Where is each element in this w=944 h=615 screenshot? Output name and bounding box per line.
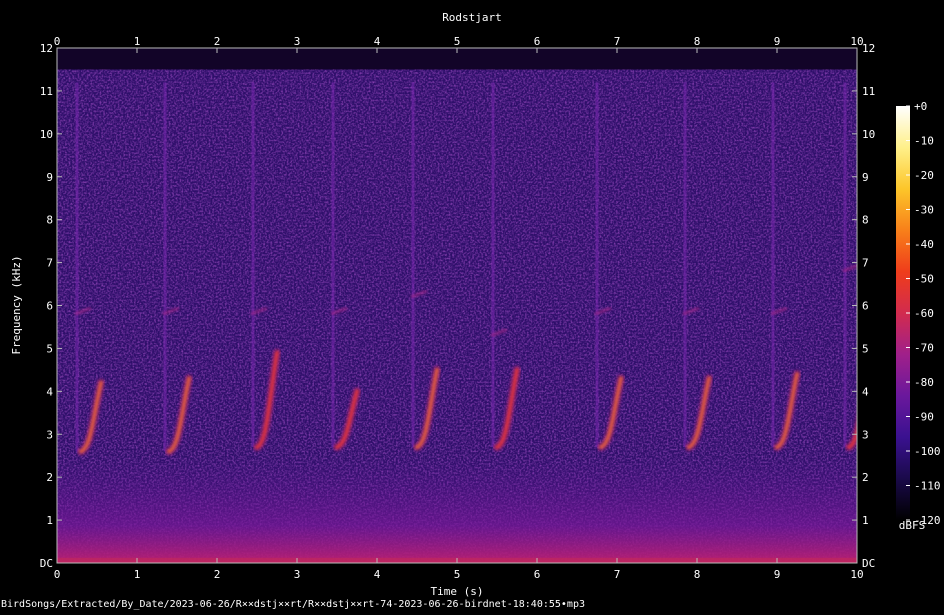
y-tick-label-left: 1: [46, 514, 53, 527]
low-frequency-energy: [57, 455, 857, 563]
colorbar-tick-label: -30: [914, 204, 934, 217]
y-tick-label-left: 9: [46, 171, 53, 184]
y-tick-label-left: 3: [46, 428, 53, 441]
x-tick-label-top: 0: [54, 35, 61, 48]
colorbar-tick-label: -80: [914, 376, 934, 389]
colorbar-tick-label: -60: [914, 307, 934, 320]
y-tick-label-left: 10: [40, 128, 53, 141]
x-tick-label-bottom: 1: [134, 568, 141, 581]
x-tick-label-bottom: 6: [534, 568, 541, 581]
y-axis-label: Frequency (kHz): [10, 255, 23, 354]
x-tick-label-top: 2: [214, 35, 221, 48]
y-tick-label-right: 6: [862, 300, 869, 313]
x-tick-label-top: 6: [534, 35, 541, 48]
y-tick-label-right: 9: [862, 171, 869, 184]
x-tick-label-bottom: 9: [774, 568, 781, 581]
colorbar-tick-label: -110: [914, 480, 941, 493]
x-tick-label-top: 4: [374, 35, 381, 48]
x-tick-label-bottom: 3: [294, 568, 301, 581]
x-axis-label: Time (s): [431, 585, 484, 598]
x-tick-label-top: 3: [294, 35, 301, 48]
chart-title: Rodstjart: [442, 11, 502, 24]
y-tick-label-right: 5: [862, 342, 869, 355]
y-tick-label-right: DC: [862, 557, 875, 570]
y-tick-label-left: 12: [40, 42, 53, 55]
spectrogram-plot-area: [57, 48, 857, 563]
x-tick-label-bottom: 8: [694, 568, 701, 581]
x-tick-label-bottom: 2: [214, 568, 221, 581]
spectrogram-figure: Rodstjart 0 1 2 3 4 5 6 7 8 9 10 0 1 2 3 4 5 6 7 8 9 10 DC 1 2…: [0, 0, 944, 611]
x-tick-label-bottom: 4: [374, 568, 381, 581]
colorbar-tick-label: -70: [914, 342, 934, 355]
colorbar-tick-label: -90: [914, 411, 934, 424]
y-tick-label-right: 4: [862, 385, 869, 398]
x-tick-label-top: 5: [454, 35, 461, 48]
colorbar-ticks: +0-10-20-30-40-50-60-70-80-90-100-110-12…: [906, 100, 941, 527]
x-tick-label-bottom: 0: [54, 568, 61, 581]
x-tick-label-top: 7: [614, 35, 621, 48]
file-path-footer: BirdSongs/Extracted/By_Date/2023-06-26/R…: [1, 599, 585, 610]
x-tick-label-bottom: 5: [454, 568, 461, 581]
x-tick-label-top: 9: [774, 35, 781, 48]
y-tick-label-right: 7: [862, 257, 869, 270]
y-tick-label-right: 11: [862, 85, 875, 98]
y-tick-label-left: 2: [46, 471, 53, 484]
y-tick-label-left: 5: [46, 342, 53, 355]
y-tick-label-right: 2: [862, 471, 869, 484]
x-tick-label-bottom: 7: [614, 568, 621, 581]
y-tick-label-right: 1: [862, 514, 869, 527]
colorbar-tick-label: +0: [914, 100, 927, 113]
y-tick-label-left: 6: [46, 300, 53, 313]
spectrogram-chart: Rodstjart 0 1 2 3 4 5 6 7 8 9 10 0 1 2 3 4 5 6 7 8 9 10 DC12…: [1, 11, 941, 610]
colorbar-tick-label: -50: [914, 273, 934, 286]
x-tick-label-top: 1: [134, 35, 141, 48]
colorbar-tick-label: -20: [914, 169, 934, 182]
colorbar-label: dBFS: [899, 519, 926, 532]
y-tick-label-right: 3: [862, 428, 869, 441]
colorbar-tick-label: -10: [914, 135, 934, 148]
colorbar-tick-label: -40: [914, 238, 934, 251]
y-tick-label-right: 10: [862, 128, 875, 141]
y-tick-label-right: 12: [862, 42, 875, 55]
y-tick-label-left: 11: [40, 85, 53, 98]
y-tick-label-left: 8: [46, 214, 53, 227]
x-tick-label-top: 8: [694, 35, 701, 48]
y-tick-label-right: 8: [862, 214, 869, 227]
colorbar-tick-label: -100: [914, 445, 941, 458]
y-tick-label-left: 4: [46, 385, 53, 398]
y-tick-label-left: DC: [40, 557, 53, 570]
y-tick-label-left: 7: [46, 257, 53, 270]
